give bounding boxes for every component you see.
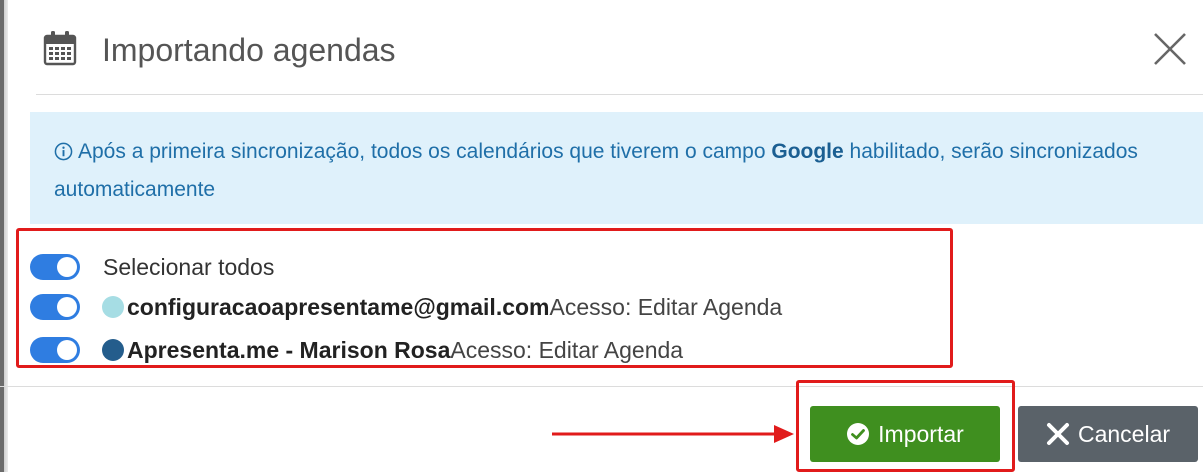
- calendar-toggle[interactable]: [30, 337, 80, 363]
- red-arrow-annotation: [552, 425, 794, 443]
- check-circle-icon: [847, 423, 870, 445]
- calendar-access: Acesso: Editar Agenda: [549, 293, 783, 320]
- calendar-color-dot: [102, 296, 124, 318]
- calendar-access: Acesso: Editar Agenda: [450, 336, 684, 363]
- info-alert: Após a primeira sincronização, todos os …: [30, 112, 1203, 224]
- calendar-name: Apresenta.me - Marison Rosa: [127, 336, 451, 363]
- import-button[interactable]: Importar: [810, 406, 1000, 462]
- header-divider: [36, 94, 1203, 95]
- alert-highlight: Google: [771, 140, 844, 163]
- import-button-label: Importar: [878, 420, 964, 447]
- background-edge: [0, 0, 8, 472]
- calendar-toggle[interactable]: [30, 294, 80, 320]
- alert-text-before: Após a primeira sincronização, todos os …: [78, 140, 772, 163]
- dialog-title: Importando agendas: [102, 32, 396, 68]
- info-circle-icon: [54, 142, 73, 161]
- dialog-header: Importando agendas: [36, 18, 1203, 88]
- calendar-row: configuracaoapresentame@gmail.com Acesso…: [30, 292, 782, 322]
- footer-divider: [0, 386, 1203, 387]
- calendar-row: Apresenta.me - Marison Rosa Acesso: Edit…: [30, 335, 683, 365]
- cancel-button[interactable]: Cancelar: [1018, 406, 1198, 462]
- x-icon: [1046, 423, 1069, 445]
- select-all-label: Selecionar todos: [103, 253, 275, 280]
- calendar-icon: [43, 31, 77, 66]
- close-icon[interactable]: [1152, 31, 1188, 67]
- calendar-color-dot: [102, 339, 124, 361]
- select-all-toggle[interactable]: [30, 254, 80, 280]
- select-all-row: Selecionar todos: [30, 252, 274, 282]
- cancel-button-label: Cancelar: [1077, 420, 1171, 447]
- calendar-name: configuracaoapresentame@gmail.com: [127, 293, 550, 320]
